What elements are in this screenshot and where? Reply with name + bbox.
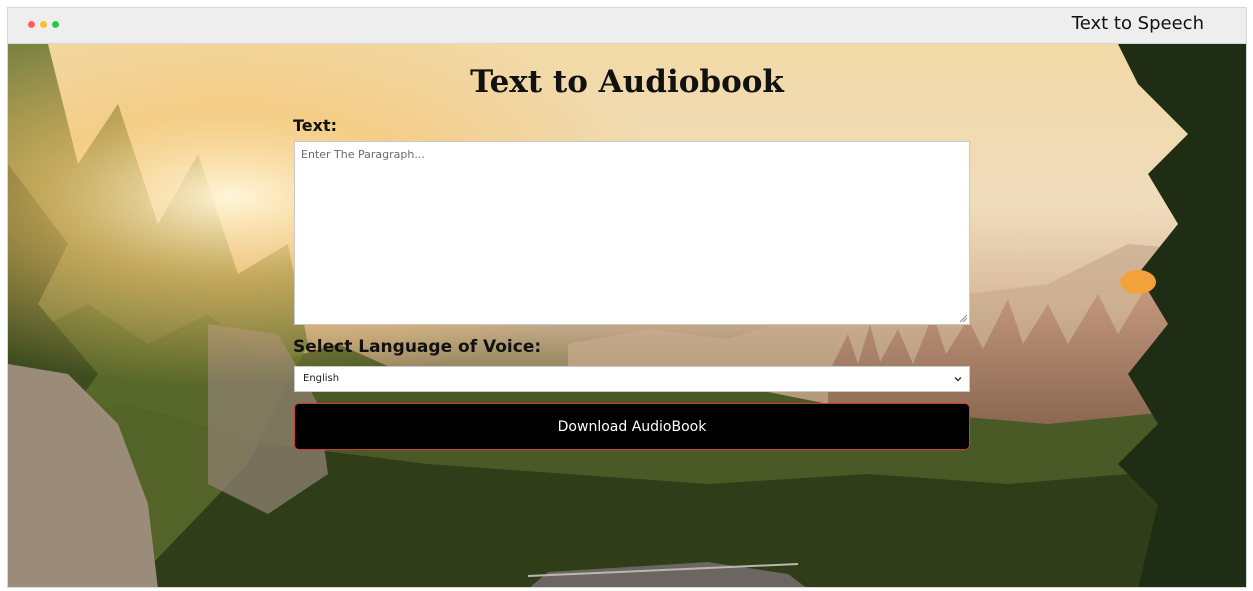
language-label: Select Language of Voice:: [293, 337, 542, 357]
resize-grip-icon[interactable]: [959, 314, 968, 323]
nav-brand[interactable]: Text to Speech: [1072, 13, 1204, 34]
paragraph-textarea[interactable]: [294, 141, 970, 325]
text-label: Text:: [293, 116, 338, 135]
chevron-down-icon: [954, 377, 962, 382]
close-dot-icon[interactable]: [28, 21, 35, 28]
browser-window: Text to Speech Text to Audiobook Text: E…: [7, 7, 1247, 588]
page-title: Text to Audiobook: [470, 64, 784, 100]
minimize-dot-icon[interactable]: [40, 21, 47, 28]
title-bar: Text to Speech: [8, 8, 1246, 44]
window-controls: [28, 21, 59, 28]
maximize-dot-icon[interactable]: [52, 21, 59, 28]
download-audiobook-button[interactable]: Download AudioBook: [294, 403, 970, 450]
main-content: Text to Audiobook Text: Select Language …: [8, 44, 1246, 587]
language-select[interactable]: English: [294, 366, 970, 392]
language-select-value: English: [303, 373, 340, 384]
